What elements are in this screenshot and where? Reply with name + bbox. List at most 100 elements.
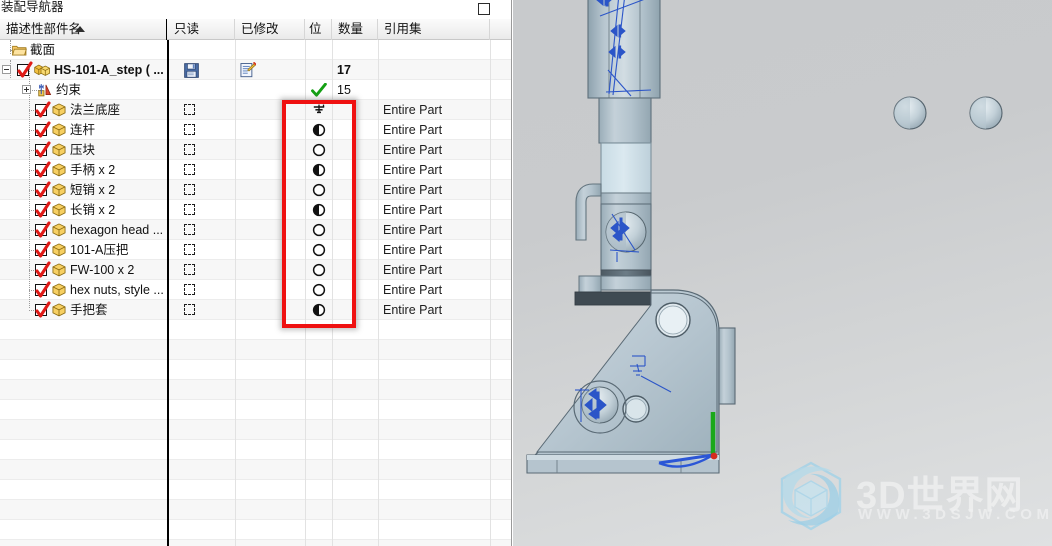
assembly-navigator-window: 装配导航器 描述性部件名 只读 已修改 位 数量 引用集 截面 HS-101-A… — [0, 0, 1052, 546]
tree-item-label[interactable]: hex nuts, style ... — [70, 280, 164, 300]
save-icon[interactable] — [184, 63, 199, 78]
grid-row[interactable] — [0, 400, 511, 420]
position-free-icon — [312, 223, 326, 237]
tree-item-label[interactable]: 截面 — [30, 40, 55, 60]
visibility-checkbox[interactable] — [17, 61, 33, 78]
column-header-count[interactable]: 数量 — [332, 19, 378, 40]
tree-item-label[interactable]: 长销 x 2 — [70, 200, 115, 220]
readonly-checkbox[interactable] — [184, 244, 195, 255]
tree-item-label[interactable]: 101-A压把 — [70, 240, 128, 260]
position-free-icon — [312, 183, 326, 197]
part-icon — [52, 203, 66, 217]
column-header-spacer — [490, 19, 511, 40]
readonly-checkbox[interactable] — [184, 164, 195, 175]
tree-item-label[interactable]: hexagon head ... — [70, 220, 163, 240]
expander-expand-icon[interactable] — [22, 85, 31, 94]
expander-collapse-icon[interactable] — [2, 65, 11, 74]
readonly-checkbox[interactable] — [184, 204, 195, 215]
visibility-checkbox[interactable] — [35, 281, 51, 298]
readonly-checkbox[interactable] — [184, 104, 195, 115]
part-icon — [52, 243, 66, 257]
column-divider — [235, 40, 236, 546]
readonly-checkbox[interactable] — [184, 144, 195, 155]
readonly-checkbox[interactable] — [184, 224, 195, 235]
visibility-checkbox[interactable] — [35, 241, 51, 258]
part-icon — [52, 223, 66, 237]
count-value: 17 — [337, 63, 351, 77]
grid-row[interactable] — [0, 480, 511, 500]
grid-row[interactable] — [0, 500, 511, 520]
tree-item-label[interactable]: 短销 x 2 — [70, 180, 115, 200]
tree-item-label[interactable]: 手柄 x 2 — [70, 160, 115, 180]
tree-item-label[interactable]: 连杆 — [70, 120, 95, 140]
refset-value: Entire Part — [383, 283, 443, 297]
column-header-refset[interactable]: 引用集 — [378, 19, 490, 40]
column-divider — [378, 40, 379, 546]
visibility-checkbox[interactable] — [35, 101, 51, 118]
grid-row[interactable] — [0, 340, 511, 360]
visibility-checkbox[interactable] — [35, 121, 51, 138]
column-header-modified[interactable]: 已修改 — [235, 19, 305, 40]
visibility-checkbox[interactable] — [35, 301, 51, 318]
grid-row[interactable] — [0, 440, 511, 460]
sort-ascending-icon[interactable] — [75, 26, 85, 32]
column-header-readonly[interactable]: 只读 — [168, 19, 235, 40]
tree-item-label[interactable]: HS-101-A_step ( ... — [54, 60, 164, 80]
grid-row[interactable] — [0, 360, 511, 380]
readonly-checkbox[interactable] — [184, 124, 195, 135]
part-icon — [52, 283, 66, 297]
readonly-checkbox[interactable] — [184, 184, 195, 195]
position-partial-icon — [312, 203, 326, 217]
column-header-row: 描述性部件名 只读 已修改 位 数量 引用集 — [0, 19, 511, 40]
grid-row[interactable] — [0, 460, 511, 480]
visibility-checkbox[interactable] — [35, 181, 51, 198]
column-divider — [305, 40, 306, 546]
grid-row[interactable] — [0, 320, 511, 340]
readonly-checkbox[interactable] — [184, 304, 195, 315]
visibility-checkbox[interactable] — [35, 201, 51, 218]
assembly-icon — [34, 64, 50, 76]
position-free-icon — [312, 243, 326, 257]
refset-value: Entire Part — [383, 223, 443, 237]
visibility-checkbox[interactable] — [35, 221, 51, 238]
grid-row[interactable] — [0, 540, 511, 546]
graphics-viewport[interactable]: YC XC ZC 3D世界网 WWW.3DSJW.COM — [513, 0, 1052, 546]
column-divider — [332, 40, 333, 546]
grid-row[interactable] — [0, 40, 511, 60]
column-divider — [490, 40, 491, 546]
tree-item-label[interactable]: 法兰底座 — [70, 100, 120, 120]
position-free-icon — [312, 263, 326, 277]
watermark: 3D世界网 WWW.3DSJW.COM — [772, 458, 1049, 536]
visibility-checkbox[interactable] — [35, 141, 51, 158]
part-icon — [52, 183, 66, 197]
grid-row[interactable] — [0, 380, 511, 400]
panel-title: 装配导航器 — [1, 0, 64, 14]
modified-icon[interactable] — [240, 62, 256, 78]
refset-value: Entire Part — [383, 103, 443, 117]
tree-item-label[interactable]: 压块 — [70, 140, 95, 160]
column-header-position[interactable]: 位 — [305, 19, 332, 40]
constraint-icon — [38, 84, 52, 97]
part-icon — [52, 103, 66, 117]
visibility-checkbox[interactable] — [35, 161, 51, 178]
refset-value: Entire Part — [383, 243, 443, 257]
grid-row[interactable] — [0, 420, 511, 440]
assembly-navigator-panel: 装配导航器 描述性部件名 只读 已修改 位 数量 引用集 截面 HS-101-A… — [0, 0, 512, 546]
assembly-tree-grid[interactable]: 截面 HS-101-A_step ( ... 17 约束 15 法兰底座 Ent… — [0, 40, 511, 546]
tree-item-label[interactable]: 手把套 — [70, 300, 108, 320]
constraint-ok-check-icon — [311, 83, 327, 97]
folder-icon — [12, 45, 27, 56]
readonly-checkbox[interactable] — [184, 264, 195, 275]
watermark-url: WWW.3DSJW.COM — [858, 506, 1052, 523]
tree-item-label[interactable]: 约束 — [56, 80, 81, 100]
refset-value: Entire Part — [383, 183, 443, 197]
count-value: 15 — [337, 83, 351, 97]
visibility-checkbox[interactable] — [35, 261, 51, 278]
readonly-checkbox[interactable] — [184, 284, 195, 295]
tree-item-label[interactable]: FW-100 x 2 — [70, 260, 134, 280]
part-icon — [52, 143, 66, 157]
refset-value: Entire Part — [383, 203, 443, 217]
restore-window-icon[interactable] — [478, 3, 490, 15]
refset-value: Entire Part — [383, 163, 443, 177]
grid-row[interactable] — [0, 520, 511, 540]
